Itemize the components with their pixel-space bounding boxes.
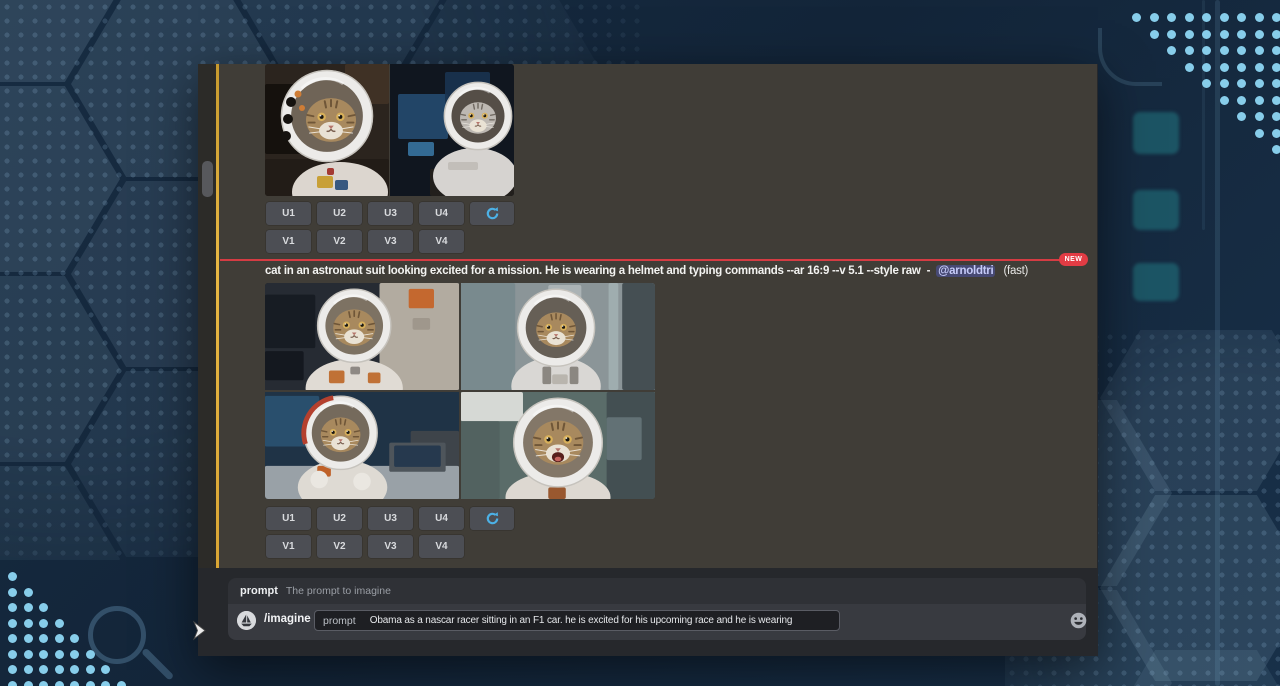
hexagon-decoration	[0, 0, 120, 82]
u1-button[interactable]: U1	[266, 202, 311, 225]
v3-button[interactable]: V3	[368, 535, 413, 558]
new-messages-divider	[220, 259, 1060, 261]
u4-button[interactable]: U4	[419, 507, 464, 530]
hexagon-decoration	[0, 276, 120, 462]
upscale-button-row-1: U1 U2 U3 U4	[266, 202, 514, 225]
teal-square-decoration	[1133, 263, 1179, 301]
smiley-icon	[1069, 611, 1088, 630]
v2-button[interactable]: V2	[317, 535, 362, 558]
u2-button[interactable]: U2	[317, 202, 362, 225]
unread-marker-line	[216, 64, 220, 568]
v2-button[interactable]: V2	[317, 230, 362, 253]
generated-image-1-right[interactable]	[390, 64, 514, 196]
mouse-cursor	[191, 620, 208, 646]
generated-image-2-top-left[interactable]	[265, 283, 459, 390]
v4-button[interactable]: V4	[419, 535, 464, 558]
imagine-command-label: /imagine	[264, 613, 311, 625]
fast-mode-label: (fast)	[1003, 265, 1028, 277]
u3-button[interactable]: U3	[368, 507, 413, 530]
upscale-button-row-2: U1 U2 U3 U4	[266, 507, 514, 530]
option-description: The prompt to imagine	[286, 585, 391, 597]
magnifier-outline-decoration	[88, 606, 146, 664]
scrollbar-thumb[interactable]	[202, 161, 213, 197]
prompt-text: cat in an astronaut suit looking excited…	[265, 265, 921, 277]
midjourney-bot-avatar	[237, 611, 256, 630]
hexagon-decoration	[1100, 650, 1280, 686]
u4-button[interactable]: U4	[419, 202, 464, 225]
prompt-input-value: Obama as a nascar racer sitting in an F1…	[370, 615, 793, 626]
variation-button-row-2: V1 V2 V3 V4	[266, 535, 464, 558]
hexagon-decoration	[0, 86, 120, 272]
hexagon-decoration	[1100, 305, 1280, 491]
magnifier-handle-decoration	[141, 648, 174, 681]
prompt-option-label: prompt	[323, 615, 356, 627]
teal-square-decoration	[1133, 190, 1179, 230]
hexagon-decoration	[1100, 495, 1280, 681]
u1-button[interactable]: U1	[266, 507, 311, 530]
prompt-message-text: cat in an astronaut suit looking excited…	[265, 265, 1075, 281]
v1-button[interactable]: V1	[266, 230, 311, 253]
generated-image-2-bottom-left[interactable]	[265, 392, 459, 499]
v1-button[interactable]: V1	[266, 535, 311, 558]
generated-image-1-left[interactable]	[265, 64, 389, 196]
separator: -	[927, 265, 931, 277]
u3-button[interactable]: U3	[368, 202, 413, 225]
slash-option-autocomplete[interactable]: prompt The prompt to imagine	[228, 578, 1086, 604]
reroll-button[interactable]	[470, 202, 514, 225]
circuit-line-decoration	[1215, 0, 1220, 686]
u2-button[interactable]: U2	[317, 507, 362, 530]
sailboat-icon	[237, 611, 256, 630]
image-grid-message-2	[265, 283, 655, 499]
refresh-icon	[485, 206, 500, 221]
image-grid-message-1	[265, 64, 514, 196]
teal-square-decoration	[1133, 112, 1179, 154]
screenshot-stage: U1 U2 U3 U4 V1 V2 V3 V4 NEW cat in an as…	[0, 0, 1280, 686]
generated-image-2-top-right[interactable]	[461, 283, 655, 390]
emoji-picker-button[interactable]	[1069, 611, 1088, 630]
v3-button[interactable]: V3	[368, 230, 413, 253]
refresh-icon	[485, 511, 500, 526]
option-name: prompt	[240, 585, 278, 597]
generated-image-2-bottom-right[interactable]	[461, 392, 655, 499]
prompt-input-field[interactable]: prompt Obama as a nascar racer sitting i…	[314, 610, 840, 631]
v4-button[interactable]: V4	[419, 230, 464, 253]
variation-button-row-1: V1 V2 V3 V4	[266, 230, 464, 253]
reroll-button[interactable]	[470, 507, 514, 530]
user-mention[interactable]: @arnoldtri	[936, 265, 995, 277]
